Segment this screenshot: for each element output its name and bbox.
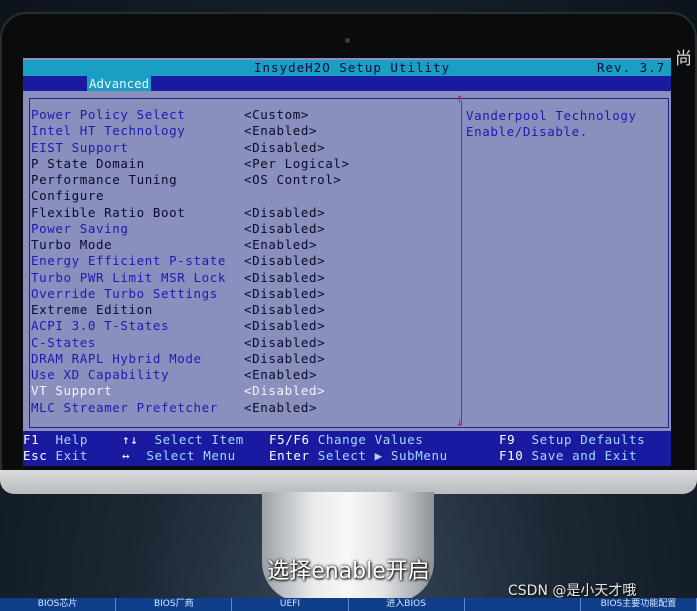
help-panel: Vanderpool Technology Enable/Disable. — [466, 108, 637, 140]
setting-value[interactable]: <Disabled> — [244, 140, 325, 156]
key-hint-select-menu: ↔ Select Menu — [122, 448, 236, 463]
setting-value[interactable]: <Disabled> — [244, 253, 325, 269]
setting-label: Extreme Edition — [31, 302, 153, 317]
setting-label: P State Domain — [31, 155, 145, 171]
setting-label: VT Support — [31, 383, 113, 399]
setting-value[interactable]: <Disabled> — [244, 302, 325, 318]
scroll-down-arrow-icon[interactable]: ↓ — [456, 415, 463, 429]
setting-label: Configure — [31, 188, 105, 204]
chapter-nav-bar: BIOS芯片 BIOS厂商 UEFI 进入BIOS BIOS主要功能配置 — [0, 598, 697, 611]
setting-value[interactable]: <Disabled> — [244, 205, 325, 221]
setting-value[interactable]: <Disabled> — [244, 270, 325, 286]
setting-label: DRAM RAPL Hybrid Mode — [31, 350, 202, 366]
chapter-nav-item[interactable]: BIOS厂商 — [116, 598, 233, 611]
key-hint-enter: Enter Select ▶ SubMenu — [269, 448, 448, 463]
setting-label: Intel HT Technology — [31, 123, 186, 139]
key-hint-f10: F10 Save and Exit — [499, 448, 638, 463]
monitor-frame: InsydeH2O Setup Utility Rev. 3.7 Advance… — [0, 12, 697, 494]
bios-title-bar: InsydeH2O Setup Utility Rev. 3.7 — [23, 60, 671, 76]
monitor-stand — [262, 492, 434, 602]
key-hint-select-item: ↑↓ Select Item — [122, 432, 244, 447]
bios-menu-bar: Advanced — [23, 76, 671, 91]
key-hint-f9: F9 Setup Defaults — [499, 432, 646, 447]
chapter-nav-item[interactable]: UEFI — [232, 598, 349, 611]
setting-label: Turbo PWR Limit MSR Lock — [31, 269, 227, 285]
setting-value[interactable]: <Enabled> — [244, 123, 317, 139]
side-glyph: 尚 — [675, 49, 692, 69]
setting-value[interactable]: <Custom> — [244, 107, 309, 123]
chapter-nav-item[interactable]: BIOS芯片 — [0, 598, 117, 611]
scrollbar-track[interactable] — [461, 101, 462, 425]
tab-advanced[interactable]: Advanced — [87, 76, 152, 91]
key-hint-f1: F1 Help — [23, 432, 89, 447]
setting-value[interactable]: <Enabled> — [244, 367, 317, 383]
key-hint-esc: Esc Exit — [23, 448, 89, 463]
setting-label: ACPI 3.0 T-States — [31, 318, 170, 334]
chapter-nav-item[interactable]: 进入BIOS — [349, 598, 465, 611]
setting-label: Turbo Mode — [31, 237, 113, 252]
setting-label: EIST Support — [31, 139, 129, 155]
bios-revision: Rev. 3.7 — [597, 60, 666, 75]
setting-label: Power Saving — [31, 220, 129, 236]
bios-screen: InsydeH2O Setup Utility Rev. 3.7 Advance… — [23, 58, 671, 466]
setting-value[interactable]: <Disabled> — [244, 383, 325, 399]
webcam-dot — [345, 38, 350, 43]
key-legend-bar: F1 Help Esc Exit ↑↓ Select Item ↔ Select… — [23, 431, 671, 466]
setting-value[interactable]: <Enabled> — [244, 237, 317, 253]
setting-label: Performance Tuning — [31, 172, 178, 187]
bios-title: InsydeH2O Setup Utility — [254, 60, 451, 75]
scroll-up-arrow-icon[interactable]: ↑ — [456, 91, 463, 105]
chapter-nav-item[interactable] — [465, 598, 581, 611]
help-line-2: Enable/Disable. — [466, 124, 588, 139]
setting-label: Override Turbo Settings — [31, 285, 218, 301]
setting-label: Flexible Ratio Boot — [31, 204, 186, 220]
setting-value[interactable]: <Disabled> — [244, 351, 325, 367]
setting-value[interactable]: <OS Control> — [244, 172, 342, 188]
setting-value[interactable]: <Disabled> — [244, 286, 325, 302]
setting-label: Energy Efficient P-state — [31, 253, 227, 269]
monitor-chin — [0, 470, 697, 494]
setting-label: MLC Streamer Prefetcher — [31, 399, 218, 415]
setting-value[interactable]: <Disabled> — [244, 221, 325, 237]
setting-label: Use XD Capability — [31, 367, 170, 382]
setting-value[interactable]: <Disabled> — [244, 318, 325, 334]
setting-value[interactable]: <Disabled> — [244, 335, 325, 351]
setting-value[interactable]: <Enabled> — [244, 400, 317, 416]
key-hint-change-values: F5/F6 Change Values — [269, 432, 424, 447]
help-line-1: Vanderpool Technology — [466, 108, 637, 123]
watermark: CSDN @是小天才哦 — [508, 583, 637, 599]
chapter-nav-item[interactable]: BIOS主要功能配置 — [581, 598, 697, 611]
setting-label: Power Policy Select — [31, 107, 186, 122]
setting-value[interactable]: <Per Logical> — [244, 156, 350, 172]
setting-label: C-States — [31, 334, 97, 350]
